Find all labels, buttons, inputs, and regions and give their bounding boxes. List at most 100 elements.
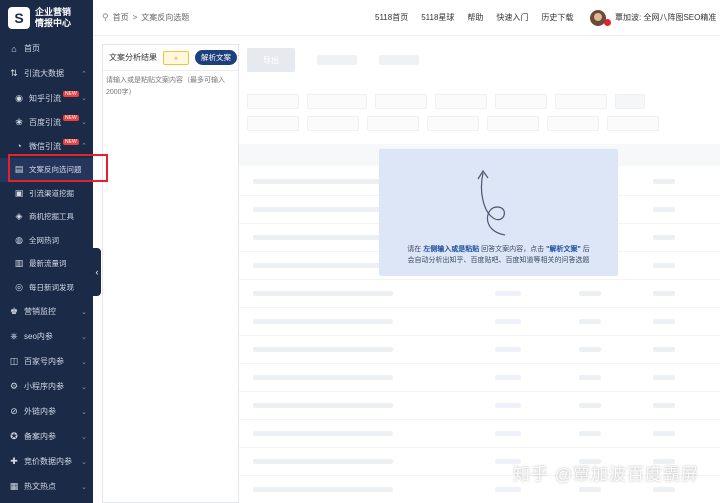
filter-chip[interactable]: [247, 116, 299, 131]
sidebar-item-home[interactable]: ⌂ 首页: [0, 36, 93, 61]
parse-copy-button[interactable]: 解析文案: [195, 50, 237, 65]
table-row[interactable]: [239, 308, 720, 336]
toolbar-option[interactable]: [379, 55, 419, 65]
filter-chip[interactable]: [615, 94, 645, 109]
table-cell: [579, 487, 601, 492]
sidebar-item-label: 外链内参: [24, 407, 56, 416]
brand-logo[interactable]: S 企业营销 情报中心: [0, 0, 93, 36]
new-badge: NEW: [63, 115, 79, 121]
toolbar-option[interactable]: [317, 55, 357, 65]
filter-chip[interactable]: [547, 116, 599, 131]
chevron-icon[interactable]: ⌄: [81, 458, 87, 466]
sidebar-item-traffic[interactable]: ⇅ 引流大数据 ⌃: [0, 61, 93, 86]
filter-chip[interactable]: [435, 94, 487, 109]
table-cell: [653, 431, 675, 436]
filter-row: [247, 116, 710, 131]
table-row[interactable]: [239, 392, 720, 420]
table-cell: [253, 319, 393, 324]
table-row[interactable]: [239, 364, 720, 392]
chevron-icon[interactable]: ⌄: [81, 94, 87, 102]
chevron-icon[interactable]: ⌃: [81, 142, 87, 150]
chevron-icon[interactable]: ⌄: [81, 433, 87, 441]
chevron-icon[interactable]: ⌄: [81, 308, 87, 316]
user-info[interactable]: 覃加波: 全网八阵图SEO精准: [590, 9, 717, 26]
table-cell: [653, 319, 675, 324]
sidebar-item-bidding[interactable]: ✚ 竞价数据内参 ⌄: [0, 449, 93, 474]
sidebar-item-opportunity[interactable]: ◈ 商机挖掘工具: [0, 205, 93, 229]
user-name: 覃加波: 全网八阵图SEO精准: [615, 13, 717, 22]
annotation-highlight-box: [8, 154, 108, 182]
breadcrumb: ⚲ 首页 > 文案反向选题: [93, 12, 189, 23]
filter-chip[interactable]: [307, 94, 367, 109]
table-cell: [653, 487, 675, 492]
table-cell: [579, 319, 601, 324]
filter-chip[interactable]: [427, 116, 479, 131]
sidebar-item-hotarticle[interactable]: ▦ 热文热点 ⌄: [0, 474, 93, 499]
baidu-icon: ❀: [15, 116, 23, 127]
sidebar-item-discover[interactable]: ◎ 每日新词发现: [0, 276, 93, 300]
brand-text: 企业营销 情报中心: [35, 7, 71, 29]
table-cell: [253, 235, 393, 240]
sidebar-item-label: 百度引流: [29, 117, 61, 127]
chevron-icon[interactable]: ⌄: [81, 408, 87, 416]
nav-help[interactable]: 帮助: [467, 12, 483, 23]
sidebar-item-hotword[interactable]: ◍ 全网热词: [0, 229, 93, 253]
breadcrumb-home[interactable]: 首页: [113, 12, 129, 23]
table-row[interactable]: [239, 420, 720, 448]
nav-5118-planet[interactable]: 5118星球: [421, 12, 454, 23]
sidebar-item-label: 每日新词发现: [29, 282, 74, 292]
clear-button[interactable]: ⁎: [163, 50, 189, 65]
chevron-icon[interactable]: ⌄: [81, 118, 87, 126]
hint-line1: 请在 左侧输入或是粘贴 回答文案内容，点击 "解析文案" 后: [379, 244, 618, 255]
sidebar-item-channel[interactable]: ▣ 引流渠道挖掘: [0, 182, 93, 206]
filter-area: [247, 94, 710, 138]
panel-header: 文案分析结果 ⁎ 解析文案: [103, 45, 238, 71]
sidebar-item-zhihu[interactable]: ◉ 知乎引流 NEW ⌄: [0, 86, 93, 110]
filter-chip[interactable]: [375, 94, 427, 109]
filter-chip[interactable]: [487, 116, 539, 131]
copy-textarea[interactable]: [103, 71, 238, 471]
nav-download-history[interactable]: 历史下载: [541, 12, 573, 23]
breadcrumb-current: 文案反向选题: [141, 13, 190, 22]
sidebar-item-monitor[interactable]: ♚ 营销监控 ⌄: [0, 299, 93, 324]
table-row[interactable]: [239, 336, 720, 364]
sidebar-collapse-button[interactable]: ‹: [93, 248, 101, 296]
chevron-icon[interactable]: ⌄: [81, 483, 87, 491]
filter-chip[interactable]: [247, 94, 299, 109]
traffic-icon: ⇅: [10, 68, 18, 78]
avatar[interactable]: [590, 9, 606, 26]
hotword-icon: ◍: [15, 234, 23, 245]
table-cell: [579, 347, 601, 352]
export-button[interactable]: 导出: [247, 48, 295, 72]
sidebar-item-newword[interactable]: ▥ 最新流量词: [0, 252, 93, 276]
sidebar-item-seo[interactable]: ⎈ seo内参 ⌄: [0, 324, 93, 349]
sidebar-item-baijiahao[interactable]: ◫ 百家号内参 ⌄: [0, 349, 93, 374]
filter-chip[interactable]: [607, 116, 659, 131]
sidebar-item-label: 首页: [24, 44, 40, 53]
filter-chip[interactable]: [367, 116, 419, 131]
chevron-icon[interactable]: ⌃: [81, 70, 87, 78]
sidebar-item-miniprogram[interactable]: ⚙ 小程序内参 ⌄: [0, 374, 93, 399]
wechat-icon: ◔: [16, 141, 22, 151]
sidebar-item-baidu[interactable]: ❀ 百度引流 NEW ⌄: [0, 110, 93, 134]
chevron-icon[interactable]: ⌄: [81, 358, 87, 366]
table-cell: [653, 207, 675, 212]
filter-chip[interactable]: [307, 116, 359, 131]
chevron-icon[interactable]: ⌄: [81, 383, 87, 391]
table-cell: [653, 179, 675, 184]
table-cell: [253, 487, 393, 492]
sidebar-menu: ⌂ 首页 ⇅ 引流大数据 ⌃ ◉ 知乎引流 NEW ⌄ ❀ 百度引流 NEW ⌄ ◔ 微信引流 NEW ⌃ ▤ 文案…: [0, 36, 93, 499]
sidebar-item-record[interactable]: ✪ 备案内参 ⌄: [0, 424, 93, 449]
sidebar-item-link[interactable]: ⊘ 外链内参 ⌄: [0, 399, 93, 424]
zhihu-icon: ◉: [15, 92, 23, 103]
monitor-icon: ♚: [9, 306, 19, 316]
chevron-icon[interactable]: ⌄: [81, 333, 87, 341]
table-cell: [495, 347, 521, 352]
table-row[interactable]: [239, 280, 720, 308]
table-cell: [253, 263, 393, 268]
nav-quickstart[interactable]: 快速入门: [496, 12, 528, 23]
filter-chip[interactable]: [495, 94, 547, 109]
filter-chip[interactable]: [555, 94, 607, 109]
nav-5118-home[interactable]: 5118首页: [375, 12, 408, 23]
link-icon: ⊘: [10, 406, 18, 416]
